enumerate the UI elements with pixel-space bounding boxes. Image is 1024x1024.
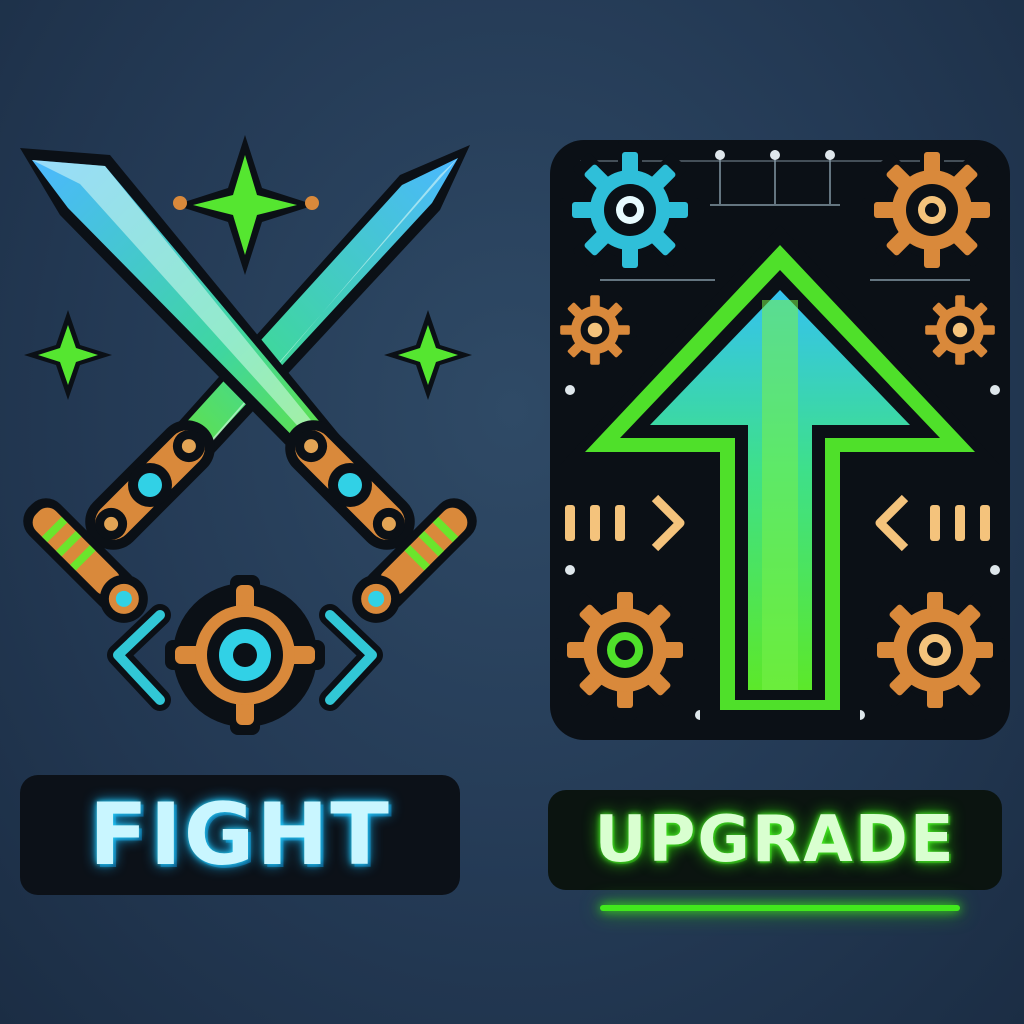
sparkle-icon <box>24 310 112 400</box>
gear-icon <box>918 288 1002 372</box>
gear-icon <box>865 580 1005 720</box>
gear-icon <box>560 140 700 280</box>
upgrade-board <box>550 140 1010 740</box>
sparkle-icon <box>175 135 315 275</box>
upgrade-label[interactable]: UPGRADE <box>548 790 1002 890</box>
sparkle-icon <box>384 310 472 400</box>
gear-icon <box>553 288 637 372</box>
fight-button[interactable] <box>0 100 512 760</box>
target-icon <box>165 575 325 735</box>
left-arrow-icon <box>107 604 171 711</box>
gear-icon <box>555 580 695 720</box>
upgrade-button[interactable] <box>540 120 1024 740</box>
right-arrow-icon <box>319 604 383 711</box>
crossed-swords-icon <box>20 135 477 735</box>
upgrade-underline <box>600 905 960 911</box>
fight-label[interactable]: FIGHT <box>20 775 460 895</box>
gear-icon <box>862 140 1002 280</box>
